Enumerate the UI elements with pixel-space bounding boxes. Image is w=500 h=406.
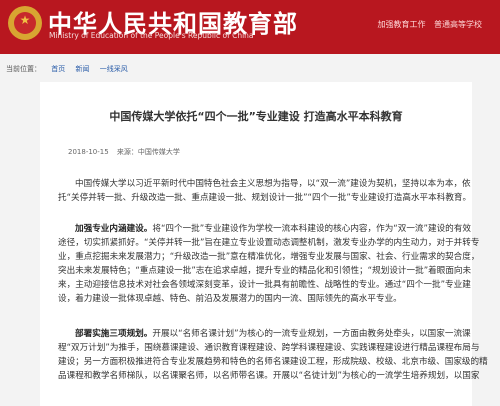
article-meta: 2018-10-15 来源：中国传媒大学 bbox=[66, 141, 446, 161]
text-line: 业，重点挖掘未来发展潜力；“升级改造一批”意在精准优化，增强专业发展与国家、社会… bbox=[58, 252, 480, 262]
breadcrumb-prefix: 当前位置： bbox=[6, 65, 41, 73]
breadcrumb-home[interactable]: 首页 bbox=[51, 65, 65, 73]
text-line: 突出未来发展特色；“重点建设一批”志在追求卓越，提升专业的精品化和引领性；“规划… bbox=[58, 266, 472, 276]
article-source: 来源：中国传媒大学 bbox=[116, 148, 180, 156]
article-panel: 中国传媒大学依托“四个一批”专业建设 打造高水平本科教育 2018-10-15 … bbox=[40, 82, 488, 406]
header-links: 加强教育工作 普通高等学校 bbox=[371, 19, 482, 30]
breadcrumb-news[interactable]: 新闻 bbox=[75, 65, 89, 73]
site-title-english: Ministry of Education of the People's Re… bbox=[49, 31, 254, 40]
text-line: 程“双万计划”为推手，围绕慕课建设、通识教育课程建设、跨学科课程建设、实践课程建… bbox=[58, 343, 480, 353]
paragraph-lead: 加强专业内涵建设。 bbox=[75, 224, 153, 234]
site-header: ★ 中华人民共和国教育部 Ministry of Education of th… bbox=[0, 0, 500, 54]
article-paragraph-3: 部署实施三项规划。开展以“名师名课计划”为核心的一流专业规划，一方面由教务处牵头… bbox=[58, 327, 488, 383]
article-title: 中国传媒大学依托“四个一批”专业建设 打造高水平本科教育 bbox=[109, 110, 403, 123]
breadcrumb-section[interactable]: 一线采风 bbox=[100, 65, 128, 73]
text-line: 途径，切实抓紧抓好。“关停并转一批”旨在建立专业设置动态调整机制，激发专业办学的… bbox=[58, 238, 480, 248]
text-line: 加强专业内涵建设。将“四个一批”专业建设作为学校一流本科建设的核心内容，作为“双… bbox=[58, 222, 471, 236]
text-line: 品课程和教学名师梯队，以名课聚名师，以名师带名课。开展以“名徒计划”为核心的一流… bbox=[58, 371, 480, 381]
text-line: 部署实施三项规划。开展以“名师名课计划”为核心的一流专业规划，一方面由教务处牵头… bbox=[58, 327, 471, 341]
header-link[interactable]: 加强教育工作 bbox=[377, 20, 425, 29]
text-span: 开展以“名师名课计划”为核心的一流专业规划，一方面由教务处牵头，以国家一流课 bbox=[152, 329, 471, 339]
article-date: 2018-10-15 bbox=[68, 148, 109, 156]
breadcrumb: 当前位置： 首页 新闻 一线采风 bbox=[0, 54, 500, 76]
article-paragraph-1: 中国传媒大学以习近平新时代中国特色社会主义思想为指导，以“双一流”建设为契机，坚… bbox=[58, 177, 472, 205]
text-span: 将“四个一批”专业建设作为学校一流本科建设的核心内容，作为“双一流”建设的有效 bbox=[152, 224, 471, 234]
text-line: 托“关停并转一批、升级改造一批、重点建设一批、规划设计一批”“四个一批”专业建设… bbox=[58, 193, 472, 203]
text-line: 建设；另一方面积极推进符合专业发展趋势和特色的名师名课建设工程，形成院级、校级、… bbox=[58, 357, 488, 367]
header-link[interactable]: 普通高等学校 bbox=[434, 20, 482, 29]
paragraph-lead: 部署实施三项规划。 bbox=[75, 329, 153, 339]
article-paragraph-2: 加强专业内涵建设。将“四个一批”专业建设作为学校一流本科建设的核心内容，作为“双… bbox=[58, 222, 480, 306]
text-line: 设，着力建设一批体现卓越、特色、前沿及发展潜力的国内一流、国际领先的高水平专业。 bbox=[58, 294, 402, 304]
national-emblem-icon[interactable]: ★ bbox=[8, 6, 42, 40]
text-line: 中国传媒大学以习近平新时代中国特色社会主义思想为指导，以“双一流”建设为契机，坚… bbox=[75, 179, 471, 189]
text-line: 来，主动迎接信息技术对社会各领域深刻变革，设计一批具有前瞻性、战略性的专业。通过… bbox=[58, 280, 471, 290]
